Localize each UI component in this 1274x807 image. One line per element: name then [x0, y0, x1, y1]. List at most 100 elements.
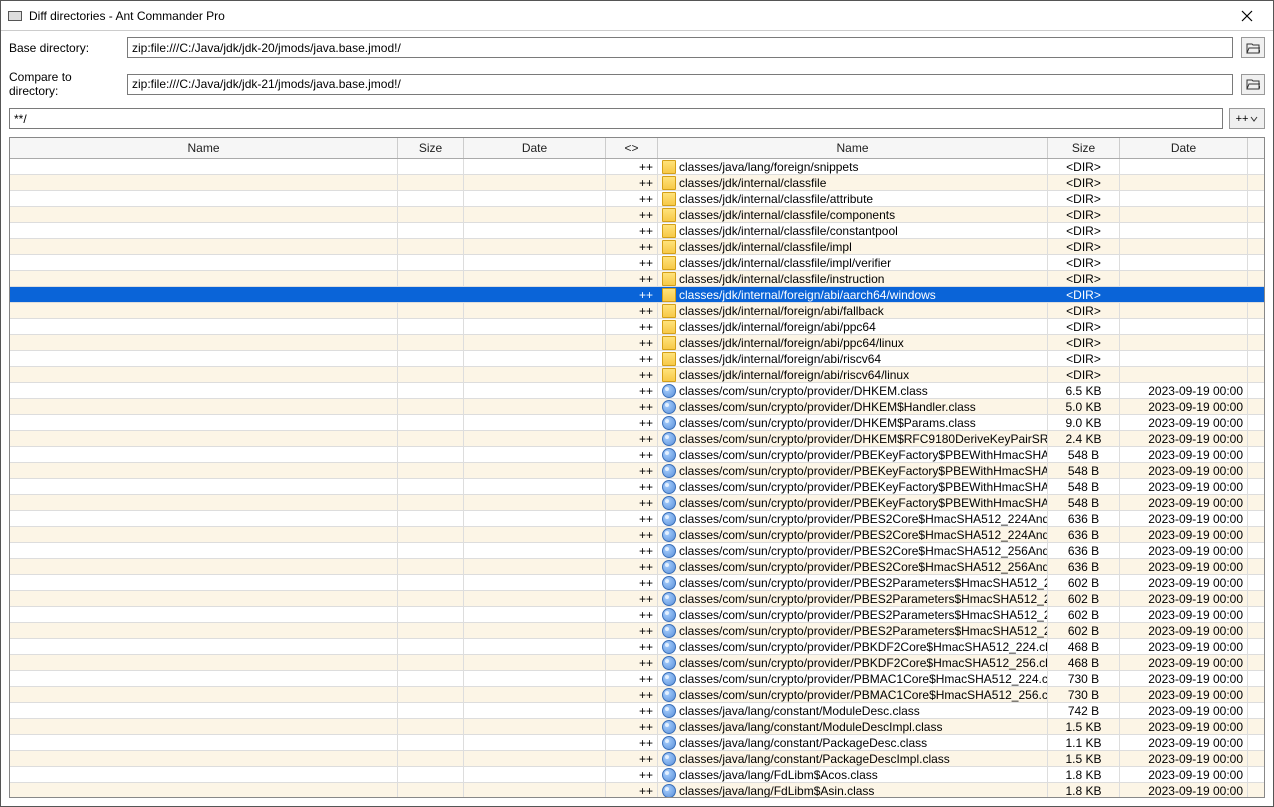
table-row[interactable]: ++classes/com/sun/crypto/provider/PBMAC1…	[10, 671, 1264, 687]
cell-size-left	[398, 431, 464, 446]
cell-size-right: <DIR>	[1048, 239, 1120, 254]
cell-name-left	[10, 479, 398, 494]
filter-input[interactable]	[9, 108, 1223, 129]
cell-diff: ++	[606, 495, 658, 510]
table-row[interactable]: ++classes/jdk/internal/foreign/abi/ppc64…	[10, 335, 1264, 351]
header-date-left[interactable]: Date	[464, 138, 606, 158]
table-row[interactable]: ++classes/jdk/internal/classfile/compone…	[10, 207, 1264, 223]
cell-diff: ++	[606, 703, 658, 718]
table-row[interactable]: ++classes/com/sun/crypto/provider/PBES2C…	[10, 527, 1264, 543]
table-row[interactable]: ++classes/com/sun/crypto/provider/PBES2P…	[10, 607, 1264, 623]
file-path: classes/java/lang/foreign/snippets	[679, 159, 858, 174]
header-size-right[interactable]: Size	[1048, 138, 1120, 158]
cell-date-right	[1120, 367, 1248, 382]
table-row[interactable]: ++classes/com/sun/crypto/provider/PBEKey…	[10, 447, 1264, 463]
cell-date-right	[1120, 335, 1248, 350]
table-row[interactable]: ++classes/com/sun/crypto/provider/PBES2P…	[10, 575, 1264, 591]
table-row[interactable]: ++ classes/com/sun/crypto/provider/PBEKey…	[10, 495, 1264, 511]
cell-diff: ++	[606, 623, 658, 638]
grid-body[interactable]: ++ classes/java/lang/foreign/snippets <DIR…	[10, 159, 1264, 797]
cell-size-left	[398, 543, 464, 558]
cell-diff: ++	[606, 319, 658, 334]
cell-size-left	[398, 687, 464, 702]
close-button[interactable]	[1227, 1, 1267, 31]
header-name-left[interactable]: Name	[10, 138, 398, 158]
cell-diff: ++	[606, 399, 658, 414]
table-row[interactable]: ++classes/jdk/internal/foreign/abi/aarch…	[10, 287, 1264, 303]
table-row[interactable]: ++classes/com/sun/crypto/provider/DHKEM$…	[10, 431, 1264, 447]
base-directory-row: Base directory:	[1, 31, 1273, 64]
table-row[interactable]: ++classes/com/sun/crypto/provider/DHKEM$…	[10, 399, 1264, 415]
table-row[interactable]: ++classes/com/sun/crypto/provider/PBES2C…	[10, 511, 1264, 527]
table-row[interactable]: ++classes/java/lang/FdLibm$Asin.class1.8…	[10, 783, 1264, 797]
table-row[interactable]: ++classes/java/lang/foreign/snippets<DIR…	[10, 159, 1264, 175]
table-row[interactable]: ++classes/java/lang/constant/PackageDesc…	[10, 751, 1264, 767]
table-row[interactable]: ++classes/com/sun/crypto/provider/PBKDF2…	[10, 639, 1264, 655]
table-row[interactable]: ++classes/com/sun/crypto/provider/PBMAC1…	[10, 687, 1264, 703]
table-row[interactable]: ++classes/jdk/internal/classfile/constan…	[10, 223, 1264, 239]
file-path: classes/com/sun/crypto/provider/PBES2Cor…	[679, 543, 1048, 558]
cell-date-left	[464, 479, 606, 494]
table-row[interactable]: ++classes/jdk/internal/foreign/abi/riscv…	[10, 351, 1264, 367]
table-row[interactable]: ++classes/jdk/internal/classfile/instruc…	[10, 271, 1264, 287]
table-row[interactable]: ++classes/com/sun/crypto/provider/PBES2P…	[10, 623, 1264, 639]
cell-date-right: 2023-09-19 00:00	[1120, 383, 1248, 398]
cell-date-left	[464, 527, 606, 542]
cell-size-right: 9.0 KB	[1048, 415, 1120, 430]
table-row[interactable]: ++classes/java/lang/constant/PackageDesc…	[10, 735, 1264, 751]
file-path: classes/com/sun/crypto/provider/PBES2Cor…	[679, 559, 1048, 574]
base-directory-input[interactable]	[127, 37, 1233, 58]
header-date-right[interactable]: Date	[1120, 138, 1248, 158]
table-row[interactable]: ++classes/jdk/internal/classfile/impl/ve…	[10, 255, 1264, 271]
file-path: classes/jdk/internal/classfile/attribute	[679, 191, 873, 206]
table-row[interactable]: ++classes/jdk/internal/classfile/impl<DI…	[10, 239, 1264, 255]
cell-size-left	[398, 639, 464, 654]
cell-size-right: <DIR>	[1048, 351, 1120, 366]
browse-compare-button[interactable]	[1241, 74, 1265, 95]
table-row[interactable]: ++classes/com/sun/crypto/provider/PBES2C…	[10, 559, 1264, 575]
table-row[interactable]: ++classes/jdk/internal/foreign/abi/fallb…	[10, 303, 1264, 319]
cell-size-left	[398, 463, 464, 478]
table-row[interactable]: ++classes/jdk/internal/foreign/abi/ppc64…	[10, 319, 1264, 335]
table-row[interactable]: ++classes/com/sun/crypto/provider/PBES2C…	[10, 543, 1264, 559]
table-row[interactable]: ++classes/jdk/internal/classfile/attribu…	[10, 191, 1264, 207]
file-icon	[662, 704, 676, 718]
table-row[interactable]: ++classes/java/lang/constant/ModuleDesc.…	[10, 703, 1264, 719]
file-icon	[662, 720, 676, 734]
cell-diff: ++	[606, 447, 658, 462]
cell-size-left	[398, 719, 464, 734]
header-diff[interactable]: <>	[606, 138, 658, 158]
cell-size-left	[398, 511, 464, 526]
folder-icon	[662, 224, 676, 238]
table-row[interactable]: ++classes/com/sun/crypto/provider/DHKEM$…	[10, 415, 1264, 431]
table-row[interactable]: ++classes/java/lang/FdLibm$Acos.class1.8…	[10, 767, 1264, 783]
header-size-left[interactable]: Size	[398, 138, 464, 158]
file-path: classes/jdk/internal/classfile/constantp…	[679, 223, 898, 238]
table-row[interactable]: ++classes/jdk/internal/foreign/abi/riscv…	[10, 367, 1264, 383]
table-row[interactable]: ++classes/com/sun/crypto/provider/PBEKey…	[10, 479, 1264, 495]
cell-diff: ++	[606, 719, 658, 734]
cell-diff: ++	[606, 303, 658, 318]
browse-base-button[interactable]	[1241, 37, 1265, 58]
table-row[interactable]: ++classes/com/sun/crypto/provider/PBES2P…	[10, 591, 1264, 607]
cell-size-right: 1.5 KB	[1048, 751, 1120, 766]
table-row[interactable]: ++classes/com/sun/crypto/provider/DHKEM.…	[10, 383, 1264, 399]
cell-date-right: 2023-09-19 00:00	[1120, 671, 1248, 686]
cell-name-left	[10, 623, 398, 638]
file-icon	[662, 480, 676, 494]
file-path: classes/com/sun/crypto/provider/DHKEM$RF…	[679, 431, 1048, 446]
table-row[interactable]: ++classes/com/sun/crypto/provider/PBKDF2…	[10, 655, 1264, 671]
cell-size-left	[398, 559, 464, 574]
filter-dropdown[interactable]: ++	[1229, 108, 1265, 129]
table-row[interactable]: ++classes/java/lang/constant/ModuleDescI…	[10, 719, 1264, 735]
header-name-right[interactable]: Name	[658, 138, 1048, 158]
cell-date-left	[464, 591, 606, 606]
file-path: classes/com/sun/crypto/provider/PBEKeyFa…	[679, 495, 1048, 510]
file-path: classes/jdk/internal/classfile	[679, 175, 826, 190]
compare-directory-input[interactable]	[127, 74, 1233, 95]
cell-diff: ++	[606, 335, 658, 350]
cell-name-left	[10, 783, 398, 797]
table-row[interactable]: ++classes/com/sun/crypto/provider/PBEKey…	[10, 463, 1264, 479]
table-row[interactable]: ++classes/jdk/internal/classfile<DIR>	[10, 175, 1264, 191]
cell-name-right: classes/com/sun/crypto/provider/PBEKeyFa…	[658, 447, 1048, 462]
